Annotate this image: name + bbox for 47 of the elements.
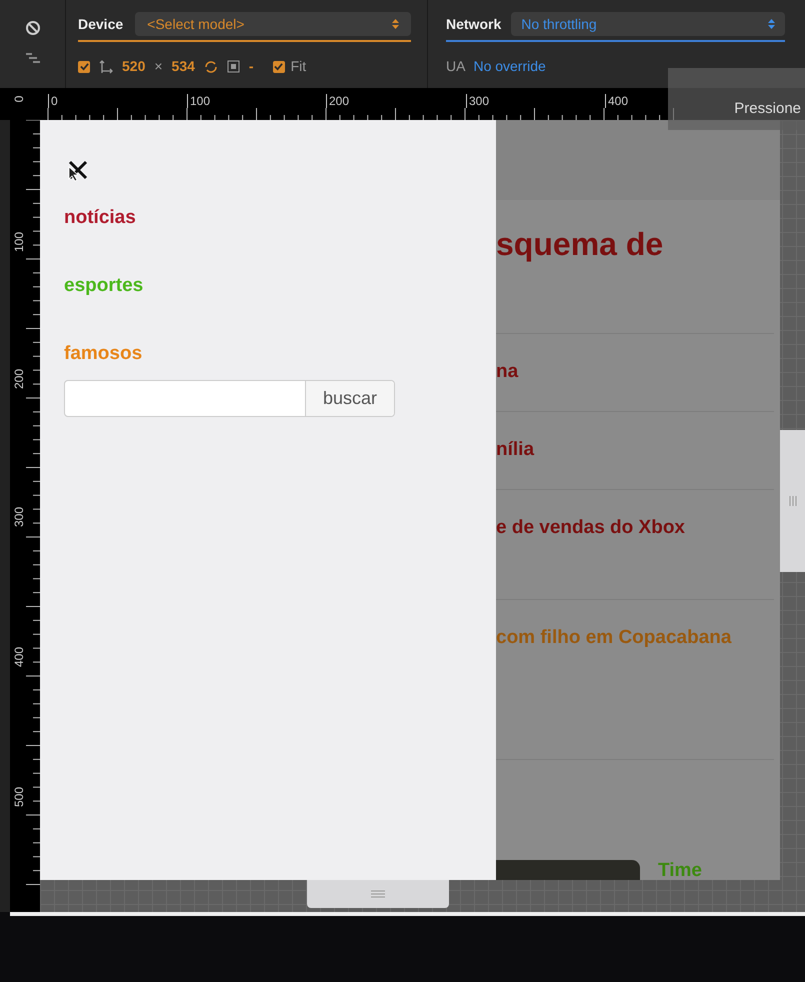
- ua-label: UA: [446, 57, 466, 76]
- network-select[interactable]: No throttling: [511, 12, 785, 36]
- article-title[interactable]: e de vendas do Xbox: [496, 517, 685, 538]
- close-icon: [67, 159, 89, 181]
- ua-value[interactable]: No override: [473, 56, 546, 77]
- ruler-label: 0: [48, 94, 58, 108]
- width-value[interactable]: 520: [122, 56, 146, 77]
- grip-icon: [370, 890, 384, 898]
- ruler-label: 200: [12, 368, 26, 392]
- article-title[interactable]: nília: [496, 439, 534, 460]
- ruler-label: 200: [326, 94, 350, 108]
- resize-handle[interactable]: [306, 880, 448, 908]
- rotate-icon[interactable]: [204, 60, 218, 74]
- page-heading: squema de: [496, 226, 664, 262]
- tooltip: Pressione: [668, 68, 805, 130]
- resize-icon: [99, 60, 113, 74]
- block-icon[interactable]: [24, 20, 40, 36]
- menu-link[interactable]: esportes: [64, 274, 144, 298]
- updown-icon: [392, 18, 399, 30]
- updown-icon: [768, 18, 775, 30]
- checkbox[interactable]: [272, 60, 285, 72]
- search-field[interactable]: buscar: [64, 380, 395, 417]
- lines-icon[interactable]: [24, 52, 40, 64]
- checkbox[interactable]: [78, 60, 90, 72]
- ruler-label: 500: [12, 786, 26, 810]
- scroll-handle[interactable]: [780, 430, 805, 572]
- dash-text: -: [248, 57, 254, 76]
- device-select[interactable]: <Select model>: [135, 12, 411, 36]
- screen-icon[interactable]: [226, 60, 240, 73]
- fit-label: Fit: [290, 57, 306, 76]
- ruler-label: 0: [12, 94, 26, 104]
- height-value[interactable]: 534: [172, 56, 195, 77]
- times-sign: ×: [154, 57, 163, 76]
- menu-link[interactable]: notícias: [64, 206, 136, 230]
- grip-icon: [788, 496, 796, 506]
- article-title[interactable]: na: [496, 361, 518, 382]
- device-label: Device: [78, 14, 124, 34]
- ruler-label: 400: [605, 94, 628, 108]
- cursor-icon: [68, 166, 78, 182]
- ruler-label: 400: [12, 646, 26, 670]
- ruler-label: 100: [187, 94, 210, 108]
- ruler-label: 300: [12, 506, 26, 530]
- ruler-label: 300: [466, 94, 490, 108]
- menu-link[interactable]: famosos: [64, 342, 142, 366]
- ruler-label: 100: [12, 230, 26, 254]
- search-button[interactable]: buscar: [305, 381, 394, 416]
- network-label: Network: [446, 14, 502, 34]
